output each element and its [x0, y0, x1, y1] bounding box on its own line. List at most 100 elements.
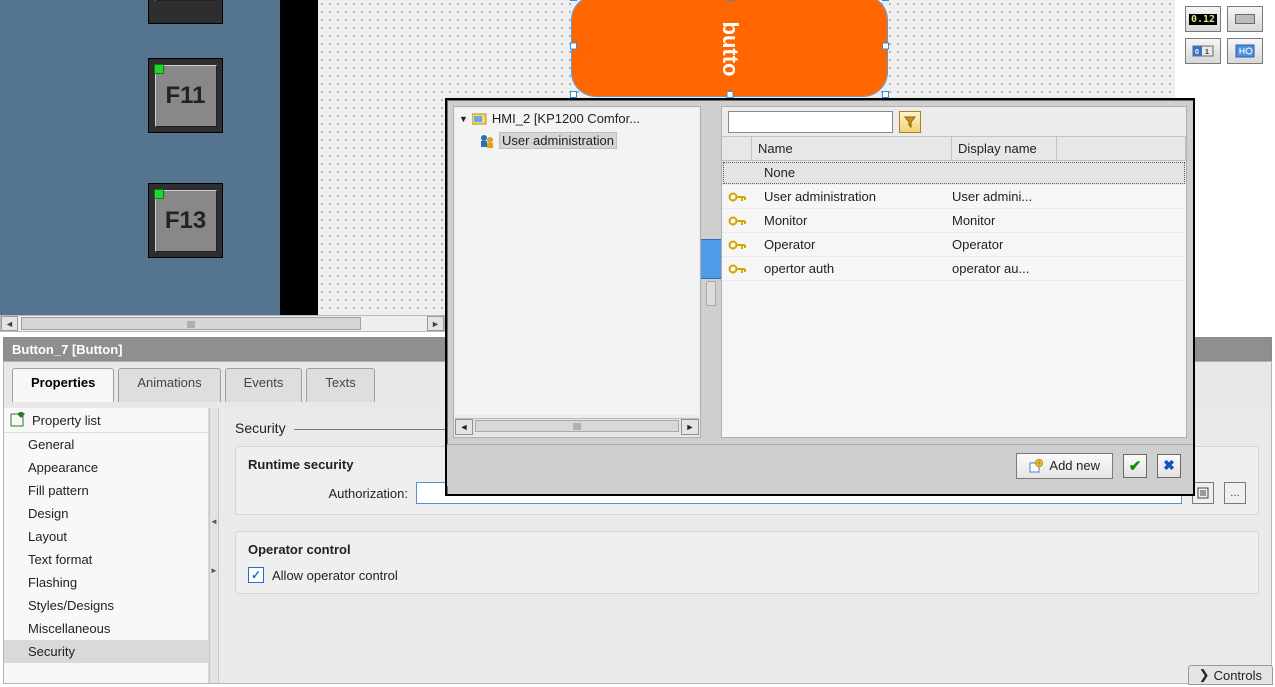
add-new-button[interactable]: Add new	[1016, 453, 1113, 479]
tool-io-field[interactable]	[1227, 38, 1263, 64]
key-icon	[728, 264, 746, 274]
tree-h-scrollbar[interactable]: ◄ ►	[455, 418, 699, 436]
prop-item-flashing[interactable]: Flashing	[4, 571, 208, 594]
confirm-button[interactable]: ✔	[1123, 454, 1147, 478]
cell-display: operator au...	[952, 261, 1057, 276]
prop-item-security[interactable]: Security	[4, 640, 208, 663]
key-icon	[728, 216, 746, 226]
simulated-key-f13[interactable]: F13	[148, 183, 223, 258]
authorization-browse-button[interactable]: …	[1224, 482, 1246, 504]
popup-splitter[interactable]	[705, 106, 717, 438]
led-icon	[154, 64, 164, 74]
authorization-dropdown-button[interactable]	[1192, 482, 1214, 504]
resize-handle-sw[interactable]	[570, 91, 577, 98]
splitter-tab[interactable]	[706, 281, 716, 306]
grid-row[interactable]: None	[722, 161, 1186, 185]
resize-handle-w[interactable]	[570, 43, 577, 50]
svg-text:1: 1	[1205, 49, 1209, 56]
tab-texts[interactable]: Texts	[306, 368, 374, 402]
prop-item-textformat[interactable]: Text format	[4, 548, 208, 571]
prop-item-general[interactable]: General	[4, 433, 208, 456]
grid-row[interactable]: OperatorOperator	[722, 233, 1186, 257]
prop-item-design[interactable]: Design	[4, 502, 208, 525]
group-operator-control: Operator control ✓ Allow operator contro…	[235, 531, 1259, 594]
splitter-right-icon: ►	[210, 566, 218, 575]
user-admin-icon	[479, 133, 495, 149]
scroll-right-button[interactable]: ►	[427, 316, 444, 331]
prop-item-misc[interactable]: Miscellaneous	[4, 617, 208, 640]
canvas-h-scrollbar[interactable]: ◄ ►	[0, 315, 445, 332]
add-new-label: Add new	[1049, 458, 1100, 473]
allow-operator-label: Allow operator control	[272, 568, 398, 583]
prop-item-appearance[interactable]: Appearance	[4, 456, 208, 479]
key-icon	[728, 240, 746, 250]
grid-body[interactable]: NoneUser administrationUser admini...Mon…	[722, 161, 1186, 437]
property-list-icon	[10, 412, 26, 428]
grid-row[interactable]: MonitorMonitor	[722, 209, 1186, 233]
splitter-left-icon: ◄	[210, 517, 218, 526]
resize-handle-se[interactable]	[882, 91, 889, 98]
authorization-picker-popup: ▼ HMI_2 [KP1200 Comfor... User administr…	[445, 98, 1195, 496]
scroll-thumb[interactable]	[475, 420, 679, 432]
io-icon	[1234, 43, 1256, 59]
cell-name: Operator	[752, 237, 952, 252]
tab-properties[interactable]: Properties	[12, 368, 114, 402]
cell-display: User admini...	[952, 189, 1057, 204]
add-new-icon	[1029, 459, 1043, 473]
svg-text:0: 0	[1195, 49, 1199, 56]
resize-handle-s[interactable]	[726, 91, 733, 98]
list-icon	[1197, 487, 1209, 499]
cell-display: Operator	[952, 237, 1057, 252]
controls-palette-tab[interactable]: ❯Controls	[1188, 665, 1273, 685]
device-icon	[472, 112, 488, 126]
resize-handle-n[interactable]	[726, 0, 733, 1]
prop-item-fill[interactable]: Fill pattern	[4, 479, 208, 502]
scroll-left-button[interactable]: ◄	[455, 419, 473, 435]
resize-handle-ne[interactable]	[882, 0, 889, 1]
tree-root-label: HMI_2 [KP1200 Comfor...	[492, 111, 640, 126]
scroll-right-button[interactable]: ►	[681, 419, 699, 435]
device-bezel	[280, 0, 318, 315]
simulated-key-f11[interactable]: F11	[148, 58, 223, 133]
section-title: Security	[235, 420, 286, 436]
grid-row[interactable]: opertor authoperator au...	[722, 257, 1186, 281]
resize-handle-nw[interactable]	[570, 0, 577, 1]
property-list: Property list General Appearance Fill pa…	[4, 408, 209, 683]
authorization-label: Authorization:	[248, 486, 408, 501]
simulated-key-f9[interactable]	[148, 0, 223, 24]
tab-animations[interactable]: Animations	[118, 368, 220, 402]
resize-handle-e[interactable]	[882, 43, 889, 50]
grid-filter-input[interactable]	[728, 111, 893, 133]
device-tree[interactable]: ▼ HMI_2 [KP1200 Comfor... User administr…	[453, 106, 701, 438]
grid-header: Name Display name	[722, 137, 1186, 161]
canvas-object-button7[interactable]: butto	[572, 0, 887, 96]
authorization-grid: Name Display name None User administratio…	[721, 106, 1187, 438]
group-header: Operator control	[248, 542, 1246, 557]
tab-events[interactable]: Events	[225, 368, 303, 402]
property-list-header: Property list	[32, 413, 101, 428]
col-name[interactable]: Name	[752, 137, 952, 160]
filter-button[interactable]	[899, 111, 921, 133]
prop-item-styles[interactable]: Styles/Designs	[4, 594, 208, 617]
inspector-splitter[interactable]: ◄ ►	[209, 408, 219, 683]
grid-row[interactable]: User administrationUser admini...	[722, 185, 1186, 209]
cell-name: opertor auth	[752, 261, 952, 276]
key-icon	[728, 192, 746, 202]
tree-collapse-icon[interactable]: ▼	[459, 114, 468, 124]
scroll-left-button[interactable]: ◄	[1, 316, 18, 331]
device-frame-left	[0, 0, 280, 315]
prop-item-layout[interactable]: Layout	[4, 525, 208, 548]
allow-operator-checkbox[interactable]: ✓	[248, 567, 264, 583]
funnel-icon	[904, 116, 916, 128]
tool-switch-control[interactable]: 01	[1185, 38, 1221, 64]
led-icon	[154, 189, 164, 199]
col-display[interactable]: Display name	[952, 137, 1057, 160]
tool-button-control[interactable]	[1227, 6, 1263, 32]
tree-child-label[interactable]: User administration	[499, 132, 617, 149]
cancel-button[interactable]: ✖	[1157, 454, 1181, 478]
scroll-thumb[interactable]	[21, 317, 361, 330]
cell-name: None	[752, 165, 952, 180]
canvas-object-label: butto	[717, 22, 743, 77]
tool-lcd-display[interactable]: 0.12	[1185, 6, 1221, 32]
cell-name: User administration	[752, 189, 952, 204]
